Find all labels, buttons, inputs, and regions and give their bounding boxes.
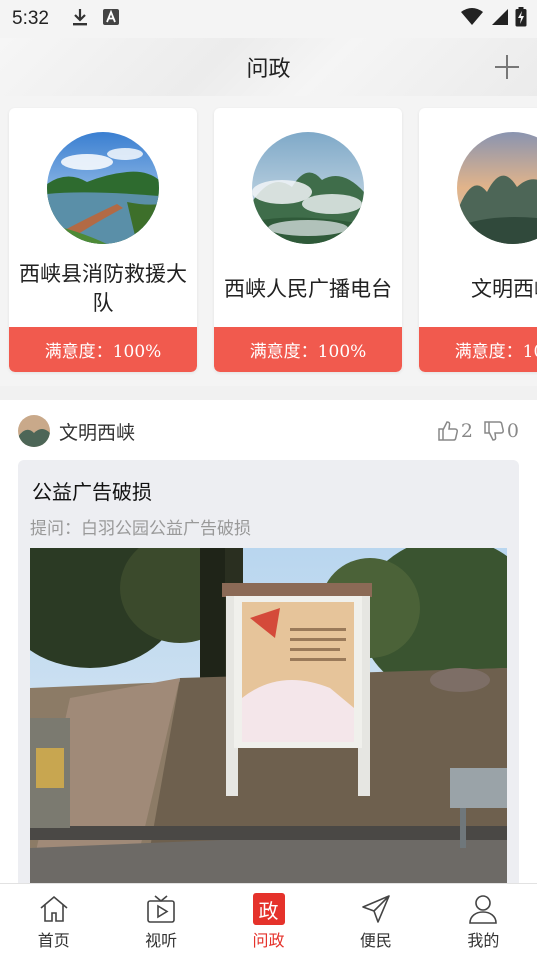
bottom-nav: 首页 视听 政 问政 便民 我的 [0,883,537,956]
department-card-strip[interactable]: 西峡县消防救援大队 满意度：100% 西峡人民广播电台 满意度：100% 文明西… [0,96,537,386]
signal-icon [489,8,509,30]
department-card[interactable]: 西峡县消防救援大队 满意度：100% [9,108,197,372]
nav-item-services[interactable]: 便民 [322,884,429,956]
wifi-icon [461,8,483,30]
nav-item-video[interactable]: 视听 [107,884,214,956]
user-icon [465,892,501,926]
nav-item-home[interactable]: 首页 [0,884,107,956]
tv-icon [143,892,179,926]
mountain-sunset-avatar [457,132,537,244]
nav-label: 我的 [467,931,500,950]
add-button[interactable] [491,51,523,83]
department-name: 西峡人民广播电台 [224,276,392,301]
page-title: 问政 [246,57,291,82]
post-author[interactable]: 文明西峡 [59,418,135,445]
battery-charging-icon [515,7,527,31]
department-card[interactable]: 西峡人民广播电台 满意度：100% [214,108,402,372]
font-a-icon [102,9,119,29]
nav-item-profile[interactable]: 我的 [430,884,537,956]
author-avatar[interactable] [18,415,50,447]
nav-item-gov[interactable]: 政 问政 [215,884,322,956]
gov-badge: 政 [252,893,285,925]
home-icon [36,892,72,926]
question-feed[interactable]: 文明西峡 2 0 公益广告破损 提问：白羽公园公益广告破损 [0,400,537,883]
thumbs-down-icon [484,421,504,441]
post-question: 提问：白羽公园公益广告破损 [30,519,251,539]
post-title: 公益广告破损 [32,480,152,504]
satisfaction-rate: 满意度：100% [419,327,537,372]
dislike-count: 0 [506,420,519,442]
park-billboard-photo[interactable] [30,548,507,883]
plus-icon [495,55,519,79]
send-icon [358,892,394,926]
department-card[interactable]: 文明西峡 满意度：100% [419,108,537,372]
post-header: 文明西峡 2 0 [18,414,519,448]
nav-label: 首页 [37,931,70,950]
dislike-button[interactable]: 0 [483,420,519,442]
misty-mountain-avatar [252,132,364,244]
status-time: 5:32 [12,8,49,29]
gov-badge-icon: 政 [251,892,287,926]
lake-landscape-avatar [47,132,159,244]
title-bar: 问政 [0,38,537,96]
nav-label: 问政 [252,931,285,950]
department-name: 文明西峡 [471,276,537,301]
post-card[interactable]: 公益广告破损 提问：白羽公园公益广告破损 [18,460,519,883]
thumbs-up-icon [438,421,458,441]
department-name: 西峡县消防救援大队 [19,262,187,315]
nav-label: 视听 [145,931,178,950]
download-icon [71,7,89,31]
satisfaction-rate: 满意度：100% [9,327,197,372]
like-button[interactable]: 2 [437,420,473,442]
status-bar: 5:32 [0,0,537,38]
like-count: 2 [460,420,473,442]
nav-label: 便民 [359,931,392,950]
satisfaction-rate: 满意度：100% [214,327,402,372]
